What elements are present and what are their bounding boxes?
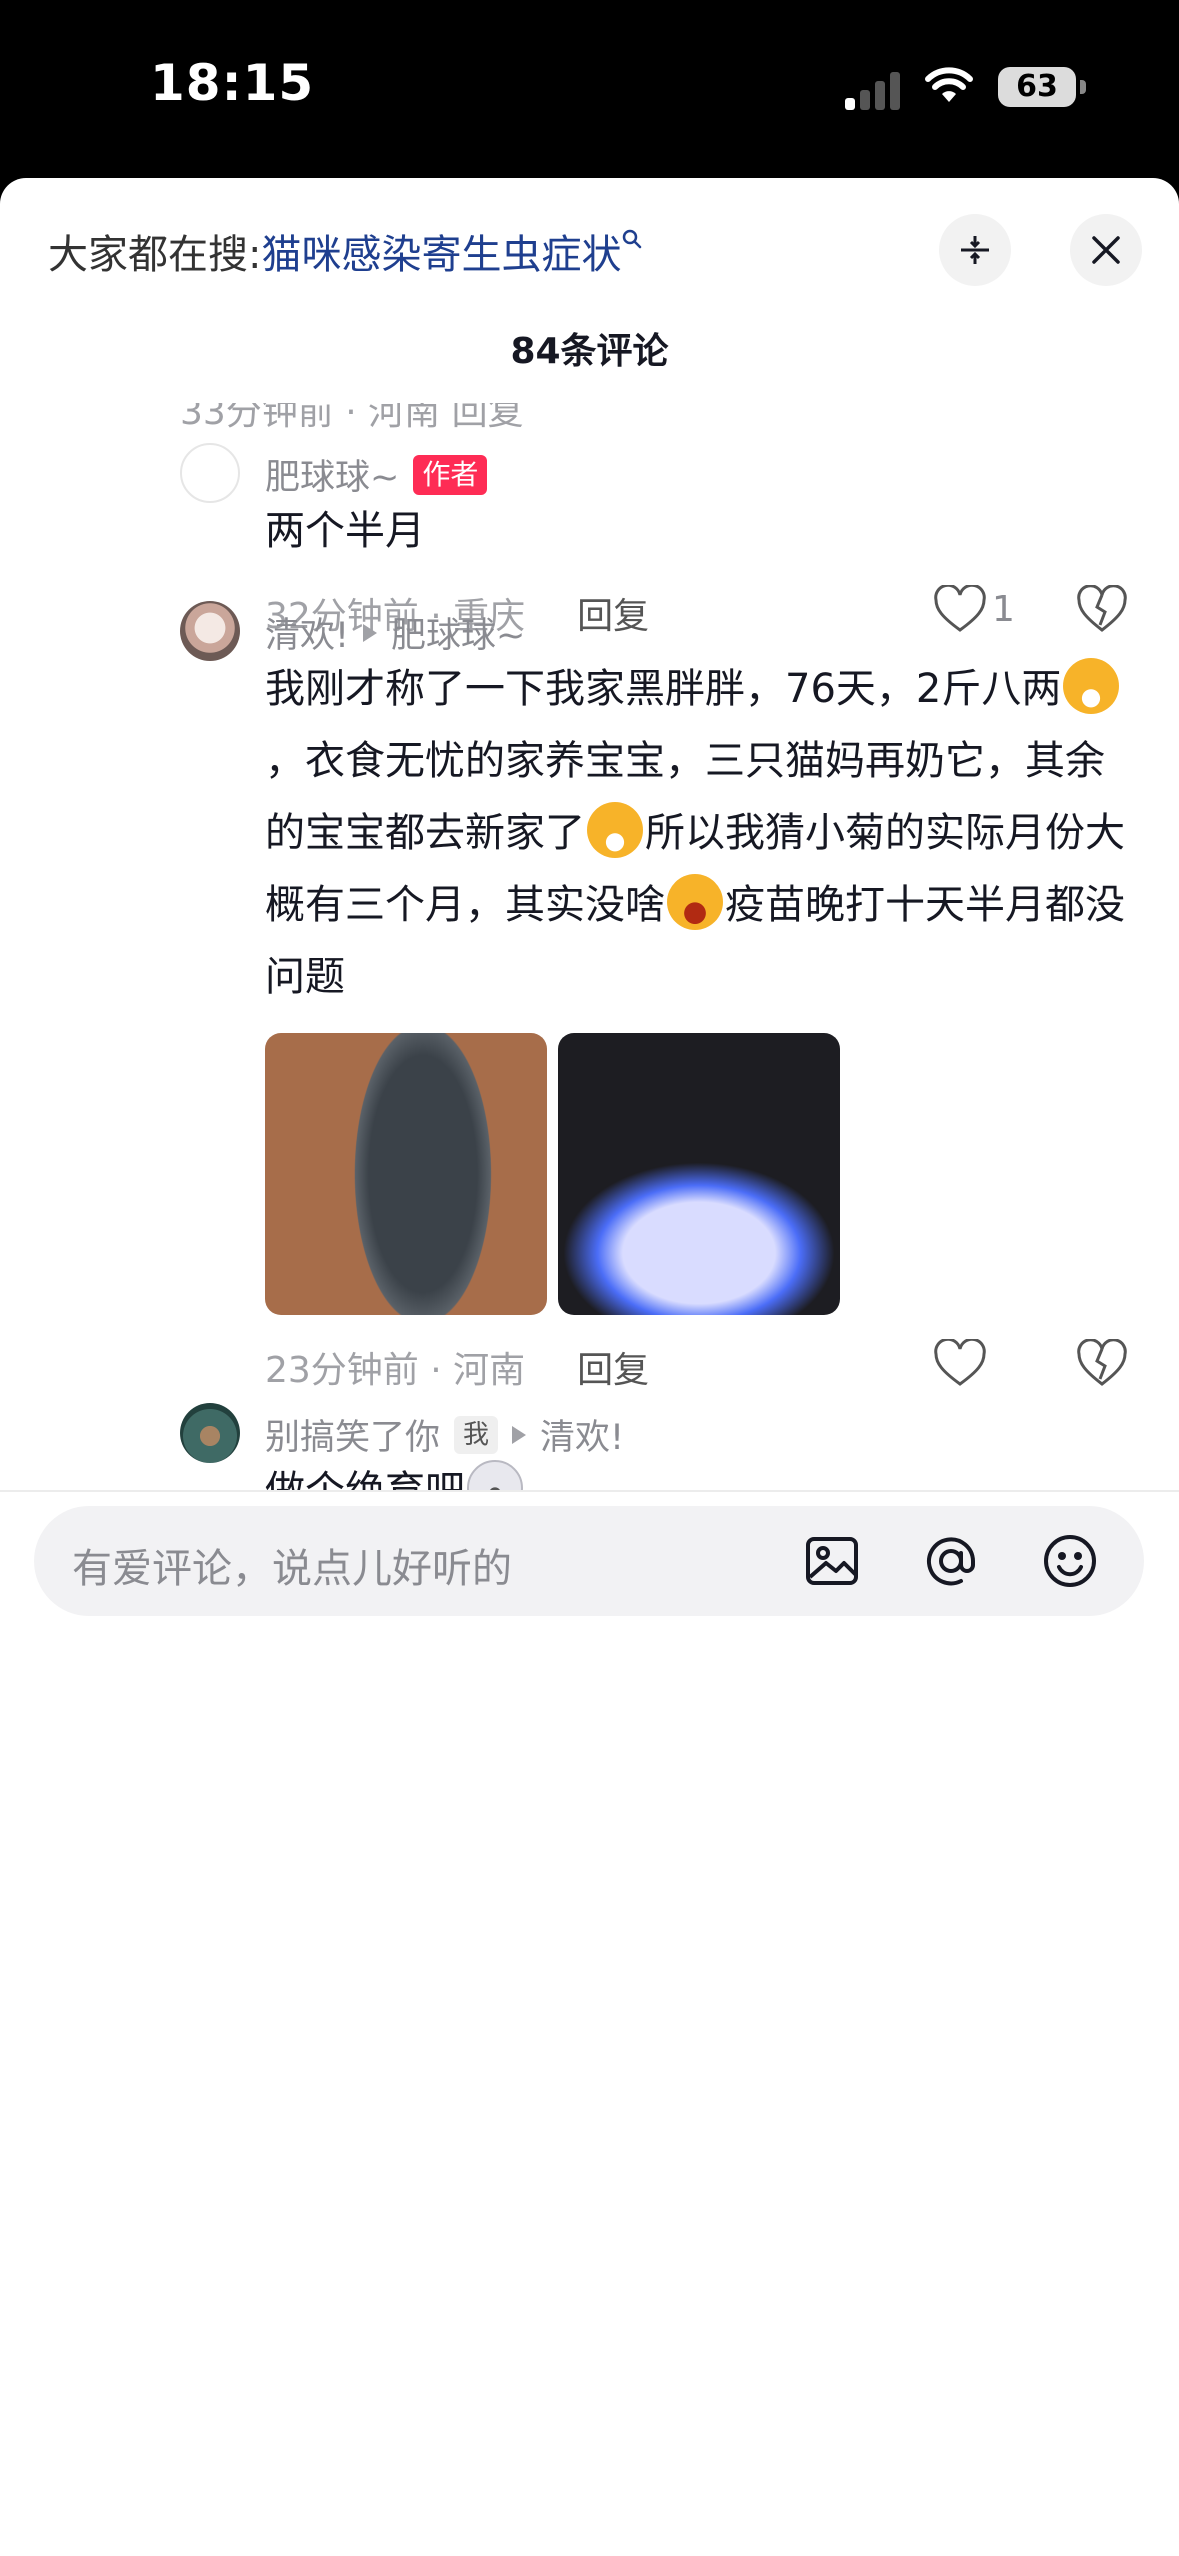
avatar[interactable] bbox=[180, 1403, 240, 1463]
partial-comment-meta: 33分钟前 · 河南 回复 bbox=[180, 403, 524, 433]
avatar[interactable] bbox=[180, 601, 240, 661]
comment-meta: 23分钟前 · 河南 回复 bbox=[265, 1341, 649, 1393]
reply-target-username[interactable]: 清欢! bbox=[540, 1409, 624, 1460]
comment-header: 清欢! 肥球球~ bbox=[265, 607, 525, 658]
heart-icon[interactable] bbox=[932, 585, 988, 635]
search-suggestion-term[interactable]: 猫咪感染寄生虫症状 bbox=[261, 232, 621, 278]
comment-sheet: 大家都在搜:猫咪感染寄生虫症状 84条评论 33分钟前 · 河南 回复 肥球球~… bbox=[0, 178, 1179, 2556]
battery-cap bbox=[1080, 80, 1086, 94]
comment-header: 别搞笑了你 我 清欢! bbox=[265, 1409, 624, 1460]
like-count: 1 bbox=[992, 589, 1015, 630]
comment-list[interactable]: 33分钟前 · 河南 回复 肥球球~ 作者 两个半月 32分钟前 · 重庆 回复… bbox=[0, 403, 1179, 1490]
collapse-icon bbox=[961, 236, 989, 264]
wifi-icon bbox=[925, 67, 973, 102]
comment-text-part: 我刚才称了一下我家黑胖胖，76天，2斤八两 bbox=[265, 666, 1062, 712]
comment-text: 做个绝育吧 bbox=[265, 1455, 1135, 1490]
grin-sweat-emoji-icon bbox=[1063, 658, 1120, 714]
laugh-emoji-icon bbox=[667, 874, 723, 930]
heart-icon[interactable] bbox=[932, 1339, 988, 1389]
comment-input[interactable]: 有爱评论，说点儿好听的 bbox=[34, 1506, 1144, 1616]
search-suggestion-prefix: 大家都在搜: bbox=[48, 232, 262, 278]
battery-icon: 63 bbox=[998, 67, 1076, 107]
comment-text: 两个半月 bbox=[265, 508, 425, 554]
broken-heart-icon[interactable] bbox=[1076, 585, 1128, 635]
comment-photo-scale[interactable] bbox=[558, 1033, 840, 1315]
at-icon[interactable] bbox=[921, 1531, 981, 1591]
comment-username[interactable]: 肥球球~ bbox=[265, 449, 399, 500]
reply-target-username[interactable]: 肥球球~ bbox=[391, 607, 525, 658]
status-time: 18:15 bbox=[150, 54, 315, 112]
comment-photo-cat[interactable] bbox=[265, 1033, 547, 1315]
search-suggestion[interactable]: 大家都在搜:猫咪感染寄生虫症状 bbox=[48, 222, 643, 280]
cellular-signal-icon bbox=[845, 70, 905, 110]
comment-input-placeholder: 有爱评论，说点儿好听的 bbox=[72, 1546, 512, 1592]
reply-button[interactable]: 回复 bbox=[577, 587, 649, 639]
reply-button[interactable]: 回复 bbox=[577, 1341, 649, 1393]
battery-level: 63 bbox=[1016, 69, 1058, 104]
comment-count: 84条评论 bbox=[510, 331, 669, 372]
broken-heart-icon[interactable] bbox=[1076, 1339, 1128, 1389]
comment-text-part: 做个绝育吧 bbox=[265, 1468, 465, 1490]
me-badge: 我 bbox=[454, 1415, 499, 1454]
comment-username[interactable]: 别搞笑了你 bbox=[265, 1409, 440, 1460]
close-icon bbox=[1092, 236, 1120, 264]
comment-time-location: 23分钟前 · 河南 bbox=[265, 1350, 526, 1391]
shocked-emoji-icon bbox=[467, 1460, 523, 1490]
comment-text: 我刚才称了一下我家黑胖胖，76天，2斤八两，衣食无忧的家养宝宝，三只猫妈再奶它，… bbox=[265, 653, 1135, 1013]
status-bar: 18:15 63 bbox=[0, 0, 1179, 178]
reply-arrow-icon bbox=[363, 623, 378, 642]
close-button[interactable] bbox=[1070, 214, 1142, 286]
reply-arrow-icon bbox=[512, 1425, 527, 1444]
author-badge: 作者 bbox=[413, 454, 488, 495]
comment-username[interactable]: 清欢! bbox=[265, 607, 349, 658]
search-icon bbox=[623, 229, 642, 249]
emoji-icon[interactable] bbox=[1040, 1531, 1100, 1591]
comment-header: 肥球球~ 作者 bbox=[265, 449, 488, 500]
input-divider bbox=[0, 1490, 1179, 1492]
avatar[interactable] bbox=[180, 443, 240, 503]
collapse-button[interactable] bbox=[939, 214, 1011, 286]
image-icon[interactable] bbox=[802, 1531, 862, 1591]
grin-sweat-emoji-icon bbox=[587, 802, 643, 858]
